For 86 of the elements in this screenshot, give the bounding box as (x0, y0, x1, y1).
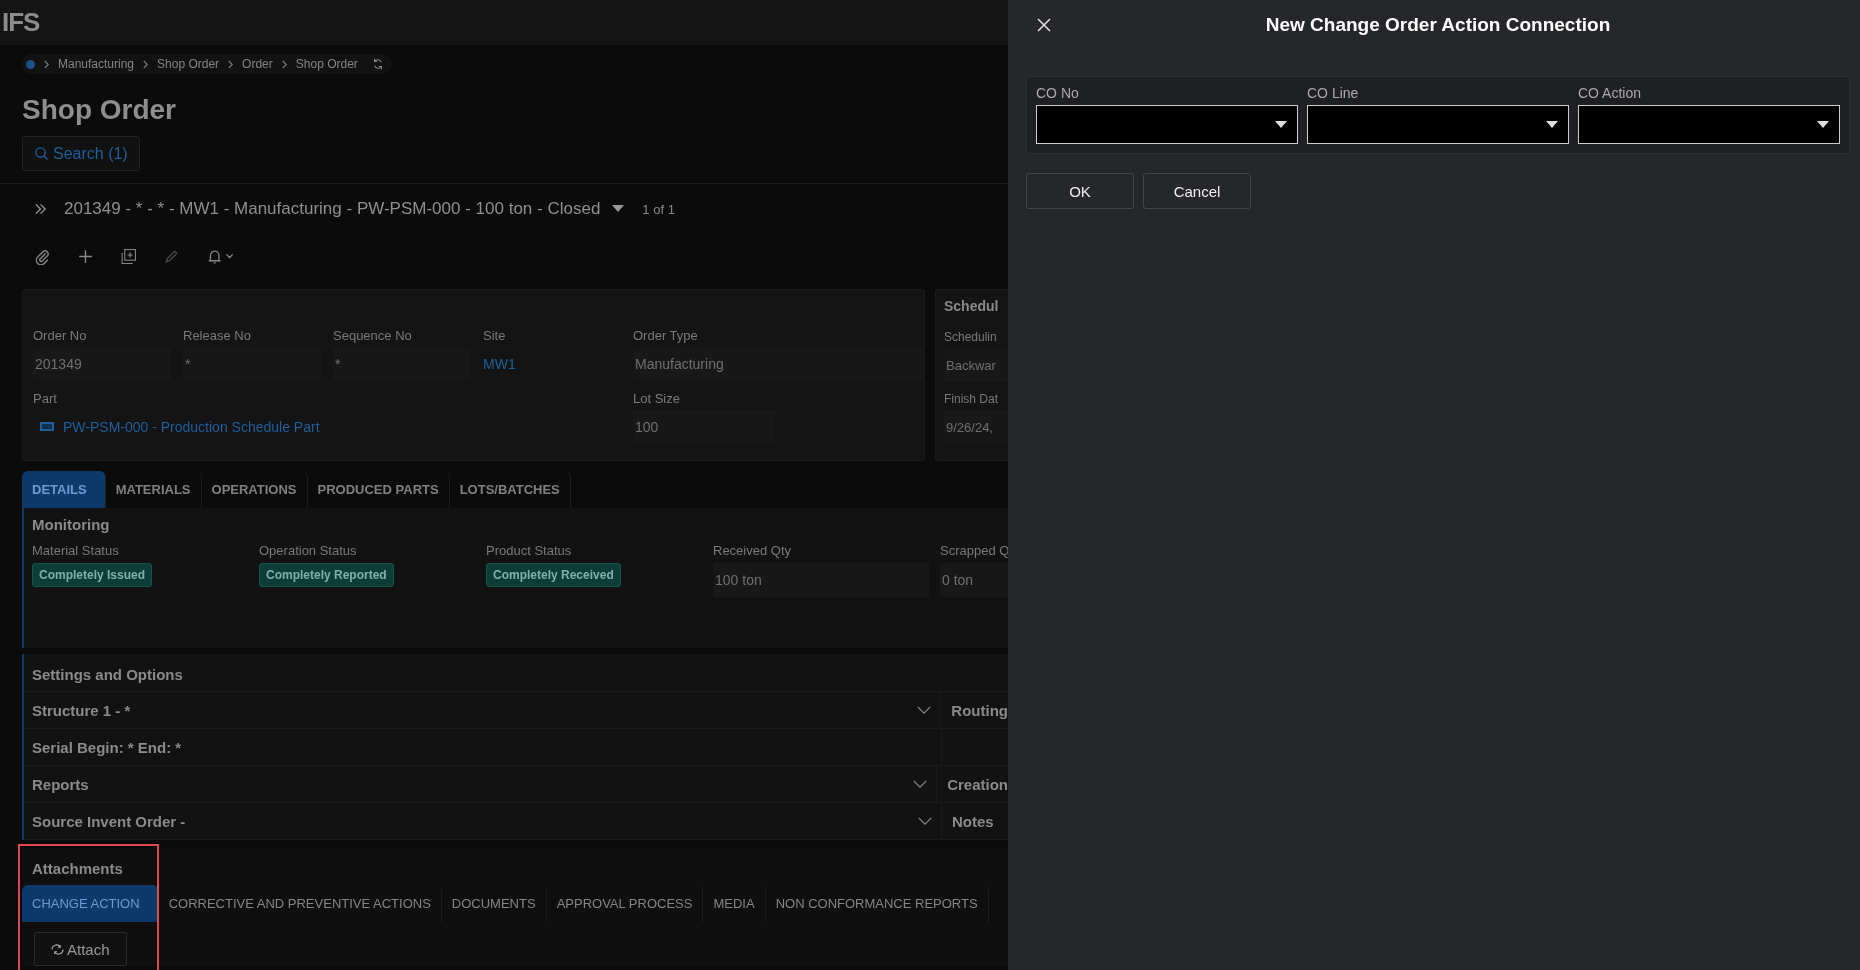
field-value: 201349 (33, 347, 171, 381)
field-value: 100 ton (713, 563, 929, 597)
field-label: Operation Status (259, 543, 357, 558)
field-label: Lot Size (633, 391, 681, 406)
record-title: 201349 - * - * - MW1 - Manufacturing - PW-PSM-000 - 100 ton - Closed (64, 199, 601, 219)
tab[interactable]: DOCUMENTS (441, 885, 547, 922)
app-logo: IFS (2, 7, 40, 38)
caret-icon[interactable] (612, 205, 625, 213)
chevron-icon (43, 59, 50, 69)
close-icon[interactable] (1037, 18, 1051, 32)
field-label: Scrapped Q (940, 543, 1008, 558)
caret-icon (1546, 121, 1558, 128)
status-badge: Completely Received (486, 563, 621, 587)
field-value: * (183, 347, 321, 381)
site-link[interactable]: MW1 (483, 347, 621, 381)
chevron-down-icon[interactable] (912, 779, 929, 789)
paperclip-icon[interactable] (34, 247, 51, 265)
field-value: 100 (633, 410, 775, 444)
dialog-button[interactable]: OK (1026, 173, 1134, 209)
field-value: 0 ton (940, 563, 1008, 597)
tab[interactable]: CHANGE ACTION (22, 885, 159, 922)
chevron-down-icon[interactable] (917, 816, 933, 826)
monitor-icon (39, 421, 55, 433)
dialog-title: New Change Order Action Connection (1265, 14, 1611, 36)
duplicate-icon[interactable] (120, 247, 137, 265)
search-icon (34, 146, 49, 161)
status-badge: Completely Reported (259, 563, 394, 587)
group-header[interactable]: Routing (951, 701, 1008, 719)
search-button[interactable]: Search (1) (22, 136, 140, 171)
field-label: CO No (1036, 85, 1080, 101)
field-label: Received Qty (713, 543, 792, 558)
chevron-down-icon[interactable] (916, 705, 933, 715)
section-title: Monitoring (31, 515, 111, 535)
breadcrumb-link[interactable]: Shop Order (157, 57, 220, 71)
pencil-icon[interactable] (163, 247, 180, 265)
field-value: Backwar (944, 348, 1008, 382)
group-header[interactable]: Reports (32, 775, 89, 793)
section-title: Attachments (31, 859, 124, 879)
part-link[interactable]: PW-PSM-000 - Production Schedule Part (63, 410, 320, 444)
tab[interactable]: CORRECTIVE AND PREVENTIVE ACTIONS (158, 885, 442, 922)
field-label: Order Type (633, 328, 699, 343)
card-title: Schedul (944, 298, 1000, 314)
tab[interactable]: MEDIA (703, 885, 766, 922)
dropdown-field[interactable] (1307, 105, 1569, 144)
group-header[interactable]: Structure 1 - * (32, 701, 131, 719)
field-label: CO Action (1578, 85, 1643, 101)
caret-icon (1817, 121, 1829, 128)
group-header[interactable]: Source Invent Order - (32, 812, 186, 830)
field-label: Order No (33, 328, 88, 343)
dialog-button[interactable]: Cancel (1143, 173, 1251, 209)
field-label: Schedulin (944, 330, 998, 344)
field-value: * (333, 347, 471, 381)
refresh-icon[interactable] (371, 58, 384, 70)
dropdown-field[interactable] (1578, 105, 1840, 144)
field-label: Site (483, 328, 507, 343)
chevron-icon (227, 59, 235, 69)
page-title: Shop Order (22, 94, 177, 126)
field-value: Manufacturing (633, 347, 923, 381)
group-header[interactable]: Creation (947, 775, 1008, 793)
breadcrumb-link[interactable]: Shop Order (295, 57, 358, 71)
group-header: Serial Begin: * End: * (32, 738, 182, 756)
plus-icon[interactable] (77, 247, 94, 265)
tab[interactable]: APPROVAL PROCESS (546, 885, 704, 922)
dropdown-field[interactable] (1036, 105, 1298, 144)
field-label: CO Line (1307, 85, 1360, 101)
chevron-icon (280, 59, 288, 69)
caret-icon (1275, 121, 1287, 128)
attach-button[interactable]: Attach (34, 932, 127, 966)
field-label: Material Status (32, 543, 119, 558)
breadcrumb-link[interactable]: Order (242, 57, 273, 71)
field-label: Sequence No (333, 328, 413, 343)
double-chevron-icon[interactable] (34, 203, 47, 215)
section-title: Settings and Options (24, 654, 1008, 692)
field-label: Product Status (486, 543, 572, 558)
sync-icon (51, 943, 64, 955)
field-label: Part (33, 391, 58, 406)
breadcrumb-link[interactable]: Manufacturing (58, 57, 135, 71)
record-counter: 1 of 1 (642, 201, 675, 217)
status-badge: Completely Issued (32, 563, 153, 587)
field-label: Release No (183, 328, 252, 343)
chevron-icon (142, 59, 150, 69)
tab[interactable]: DETAILS (22, 471, 106, 508)
field-value: 9/26/24, (944, 410, 1008, 444)
field-label: Finish Dat (944, 392, 1000, 406)
group-header[interactable]: Notes (952, 812, 994, 830)
tab[interactable]: NON CONFORMANCE REPORTS (765, 885, 989, 922)
